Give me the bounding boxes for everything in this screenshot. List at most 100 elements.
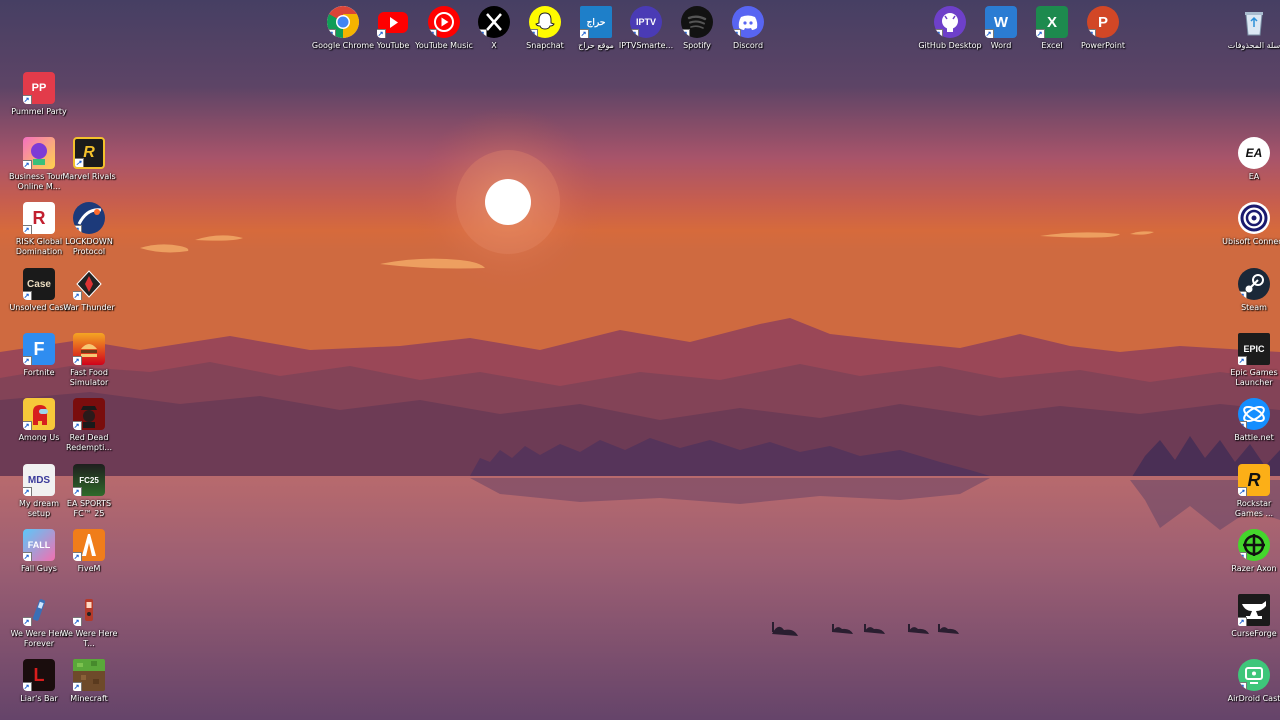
github-icon: ↗: [934, 6, 966, 38]
spotify-icon: ↗: [681, 6, 713, 38]
recycle-bin-icon: [1238, 6, 1270, 38]
my-dream-setup-glyph: MDS: [27, 474, 51, 486]
among-us-icon: ↗: [23, 398, 55, 430]
pummel-party-glyph: PP: [31, 82, 47, 94]
desktop-icon-label: Red Dead Redempti...: [66, 433, 112, 452]
youtube-music-icon: ↗: [428, 6, 460, 38]
liars-bar-icon: L ↗: [23, 659, 55, 691]
marvel-rivals-glyph: R: [83, 144, 95, 161]
word-icon: W ↗: [985, 6, 1017, 38]
desktop-icon-rockstar-games[interactable]: R ↗ Rockstar Games ...: [1222, 462, 1280, 526]
desktop-icon-label: Rockstar Games ...: [1234, 499, 1274, 518]
desktop-icon-curseforge[interactable]: ↗ CurseForge: [1222, 592, 1280, 656]
word-glyph: W: [993, 13, 1009, 31]
risk-icon: R ↗: [23, 202, 55, 234]
desktop-icon-ubisoft-connect[interactable]: Ubisoft Connect: [1222, 200, 1280, 264]
desktop-icon-epic-games-launcher[interactable]: EPIC ↗ Epic Games Launcher: [1222, 331, 1280, 395]
rockstar-games-glyph: R: [1247, 469, 1261, 490]
fast-food-simulator-icon: ↗: [73, 333, 105, 365]
fall-guys-glyph: FALL: [27, 540, 51, 550]
desktop-icon-pummel-party[interactable]: PP ↗ Pummel Party: [7, 70, 71, 134]
desktop-icon-label: Fast Food Simulator: [69, 368, 109, 387]
business-tour-icon: ↗: [23, 137, 55, 169]
desktop-icon-discord[interactable]: ↗ Discord: [716, 4, 780, 68]
desktop-icon-label: Marvel Rivals: [62, 172, 116, 181]
lockdown-protocol-icon: ↗: [73, 202, 105, 234]
discord-icon: ↗: [732, 6, 764, 38]
desktop-icon-war-thunder[interactable]: ↗ War Thunder: [57, 266, 121, 330]
war-thunder-icon: ↗: [73, 268, 105, 300]
liars-bar-glyph: L: [33, 664, 45, 685]
my-dream-setup-icon: MDS ↗: [23, 464, 55, 496]
desktop-icon-label: Steam: [1241, 303, 1267, 312]
red-dead-redemption-icon: ↗: [73, 398, 105, 430]
desktop-icon-ea-sports-fc[interactable]: FC25 ↗ EA SPORTS FC™ 25: [57, 462, 121, 526]
desktop-icon-label: PowerPoint: [1080, 41, 1126, 50]
fivem-icon: ↗: [73, 529, 105, 561]
curseforge-icon: ↗: [1238, 594, 1270, 626]
desktop-icon-label: EA SPORTS FC™ 25: [66, 499, 112, 518]
marvel-rivals-icon: R ↗: [73, 137, 105, 169]
ea-sports-fc-glyph: FC25: [79, 475, 99, 485]
desktop-icon-label: War Thunder: [63, 303, 115, 312]
desktop-icon-fivem[interactable]: ↗ FiveM: [57, 527, 121, 591]
desktop-icon-powerpoint[interactable]: P ↗ PowerPoint: [1071, 4, 1135, 68]
desktop-icon-label: Discord: [732, 41, 764, 50]
youtube-icon: ↗: [377, 6, 409, 38]
excel-icon: X ↗: [1036, 6, 1068, 38]
haraj-glyph: حراج: [586, 16, 606, 27]
desktop-wallpaper: [0, 0, 1280, 720]
unsolved-case-glyph: Case: [27, 278, 51, 290]
powerpoint-icon: P ↗: [1087, 6, 1119, 38]
iptv-icon: IPTV ↗: [630, 6, 662, 38]
desktop-icon-recycle-bin[interactable]: سلة المحذوفات: [1222, 4, 1280, 68]
iptv-glyph: IPTV: [635, 17, 656, 27]
desktop-icon-label: Razer Axon: [1231, 564, 1277, 573]
rockstar-games-icon: R ↗: [1238, 464, 1270, 496]
excel-glyph: X: [1046, 13, 1057, 31]
we-were-here-together-icon: ↗: [73, 594, 105, 626]
unsolved-case-icon: Case ↗: [23, 268, 55, 300]
desktop-icon-label: FiveM: [77, 564, 101, 573]
haraj-icon: حراج ↗: [580, 6, 612, 38]
desktop-icon-label: CurseForge: [1231, 629, 1277, 638]
desktop-icon-lockdown-protocol[interactable]: ↗ LOCKDOWN Protocol: [57, 200, 121, 264]
desktop-icon-label: We Were Here T...: [60, 629, 118, 648]
we-were-here-forever-icon: ↗: [23, 594, 55, 626]
desktop-icon-label: Ubisoft Connect: [1222, 237, 1280, 246]
desktop-icon-airdroid-cast[interactable]: ↗ AirDroid Cast: [1222, 657, 1280, 721]
ubisoft-connect-icon: [1238, 202, 1270, 234]
desktop-icon-battlenet[interactable]: ↗ Battle.net: [1222, 396, 1280, 460]
desktop-icon-ea[interactable]: EA EA: [1222, 135, 1280, 199]
desktop-icon-marvel-rivals[interactable]: R ↗ Marvel Rivals: [57, 135, 121, 199]
desktop-icon-minecraft[interactable]: ↗ Minecraft: [57, 657, 121, 721]
desktop-icon-label: Battle.net: [1234, 433, 1274, 442]
desktop-icon-label: Minecraft: [70, 694, 108, 703]
pummel-party-icon: PP ↗: [23, 72, 55, 104]
x-icon: ↗: [478, 6, 510, 38]
powerpoint-glyph: P: [1097, 13, 1108, 31]
desktop-icon-razer-axon[interactable]: ↗ Razer Axon: [1222, 527, 1280, 591]
ea-icon: EA: [1238, 137, 1270, 169]
epic-games-icon: EPIC ↗: [1238, 333, 1270, 365]
desktop-icon-we-were-here-together[interactable]: ↗ We Were Here T...: [57, 592, 121, 656]
desktop-icon-label: Pummel Party: [11, 107, 67, 116]
desktop-icon-steam[interactable]: ↗ Steam: [1222, 266, 1280, 330]
fall-guys-icon: FALL ↗: [23, 529, 55, 561]
desktop-icon-label: AirDroid Cast: [1227, 694, 1280, 703]
ea-sports-fc-icon: FC25 ↗: [73, 464, 105, 496]
fortnite-glyph: F: [33, 338, 45, 359]
razer-axon-icon: ↗: [1238, 529, 1270, 561]
snapchat-icon: ↗: [529, 6, 561, 38]
battlenet-icon: ↗: [1238, 398, 1270, 430]
desktop-icon-label: EA: [1248, 172, 1260, 181]
minecraft-icon: ↗: [73, 659, 105, 691]
ea-glyph: EA: [1245, 146, 1263, 160]
steam-icon: ↗: [1238, 268, 1270, 300]
desktop-icon-label: سلة المحذوفات: [1227, 41, 1280, 50]
desktop-icon-fast-food-simulator[interactable]: ↗ Fast Food Simulator: [57, 331, 121, 395]
desktop-icon-red-dead-redemption[interactable]: ↗ Red Dead Redempti...: [57, 396, 121, 460]
risk-glyph: R: [32, 207, 46, 228]
airdroid-cast-icon: ↗: [1238, 659, 1270, 691]
chrome-icon: ↗: [327, 6, 359, 38]
